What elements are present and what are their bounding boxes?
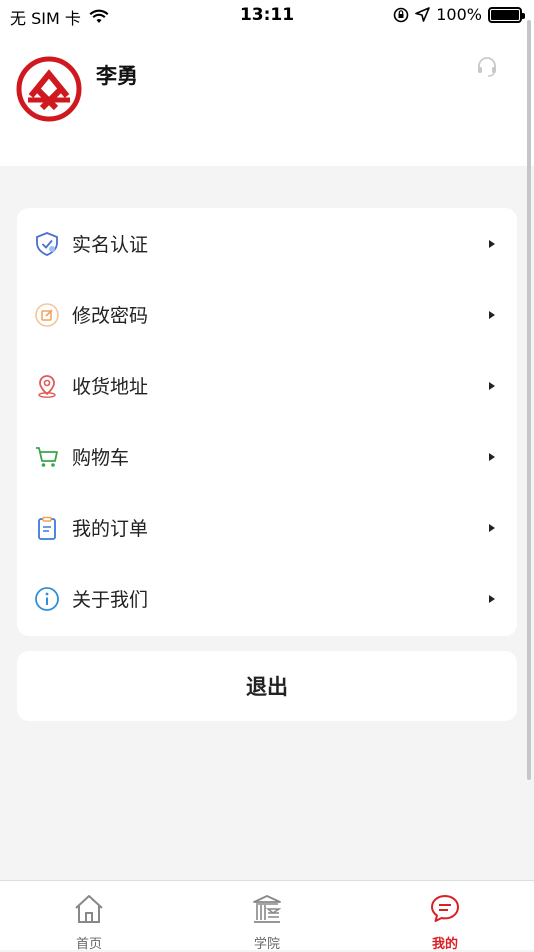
battery-percent: 100%: [436, 5, 482, 24]
profile-header: 李勇: [0, 30, 534, 166]
chevron-right-icon: [489, 452, 495, 461]
avatar[interactable]: [16, 56, 82, 122]
username: 李勇: [96, 64, 138, 88]
info-icon: [35, 586, 59, 611]
chevron-right-icon: [489, 381, 495, 390]
tab-academy[interactable]: 学院: [178, 881, 356, 952]
edit-icon: [35, 302, 59, 327]
battery-icon: [488, 6, 525, 23]
academy-icon: [253, 895, 282, 923]
chevron-right-icon: [489, 594, 495, 603]
orientation-lock-icon: [393, 7, 409, 22]
headset-icon[interactable]: [476, 56, 498, 78]
shield-check-icon: [36, 231, 58, 256]
location-arrow-icon: [415, 7, 431, 22]
status-right: 100%: [393, 5, 525, 24]
chat-bubble-icon: [431, 895, 459, 922]
chevron-right-icon: [489, 523, 495, 532]
tab-label: 我的: [431, 937, 458, 952]
cart-icon: [36, 446, 58, 467]
menu-item-change-password[interactable]: 修改密码: [17, 279, 517, 350]
menu-item-label: 收货地址: [72, 376, 149, 398]
location-pin-icon: [38, 374, 56, 398]
menu-item-about-us[interactable]: 关于我们: [17, 563, 517, 634]
tab-label: 学院: [253, 937, 280, 952]
menu-item-label: 我的订单: [72, 518, 149, 540]
logout-button[interactable]: 退出: [17, 651, 517, 721]
menu-item-shopping-cart[interactable]: 购物车: [17, 421, 517, 492]
menu-item-my-orders[interactable]: 我的订单: [17, 492, 517, 563]
tab-label: 首页: [75, 937, 102, 952]
chevron-right-icon: [489, 310, 495, 319]
clipboard-icon: [38, 516, 56, 540]
tab-mine[interactable]: 我的: [356, 881, 534, 952]
scrollbar[interactable]: [527, 20, 531, 780]
home-icon: [75, 895, 103, 923]
menu-item-label: 关于我们: [72, 589, 149, 611]
tab-bar: 首页 学院 我的: [0, 880, 534, 952]
menu-item-real-name-auth[interactable]: 实名认证: [17, 208, 517, 279]
menu-item-label: 购物车: [72, 447, 130, 469]
chevron-right-icon: [489, 239, 495, 248]
menu-card: 实名认证 修改密码 收货地址 购物车 我的订单 关于我们: [17, 208, 517, 636]
menu-item-label: 实名认证: [72, 234, 149, 256]
menu-item-shipping-address[interactable]: 收货地址: [17, 350, 517, 421]
menu-item-label: 修改密码: [72, 305, 149, 327]
status-bar: 无 SIM 卡 13:11 100%: [0, 0, 534, 30]
tab-home[interactable]: 首页: [0, 881, 178, 952]
